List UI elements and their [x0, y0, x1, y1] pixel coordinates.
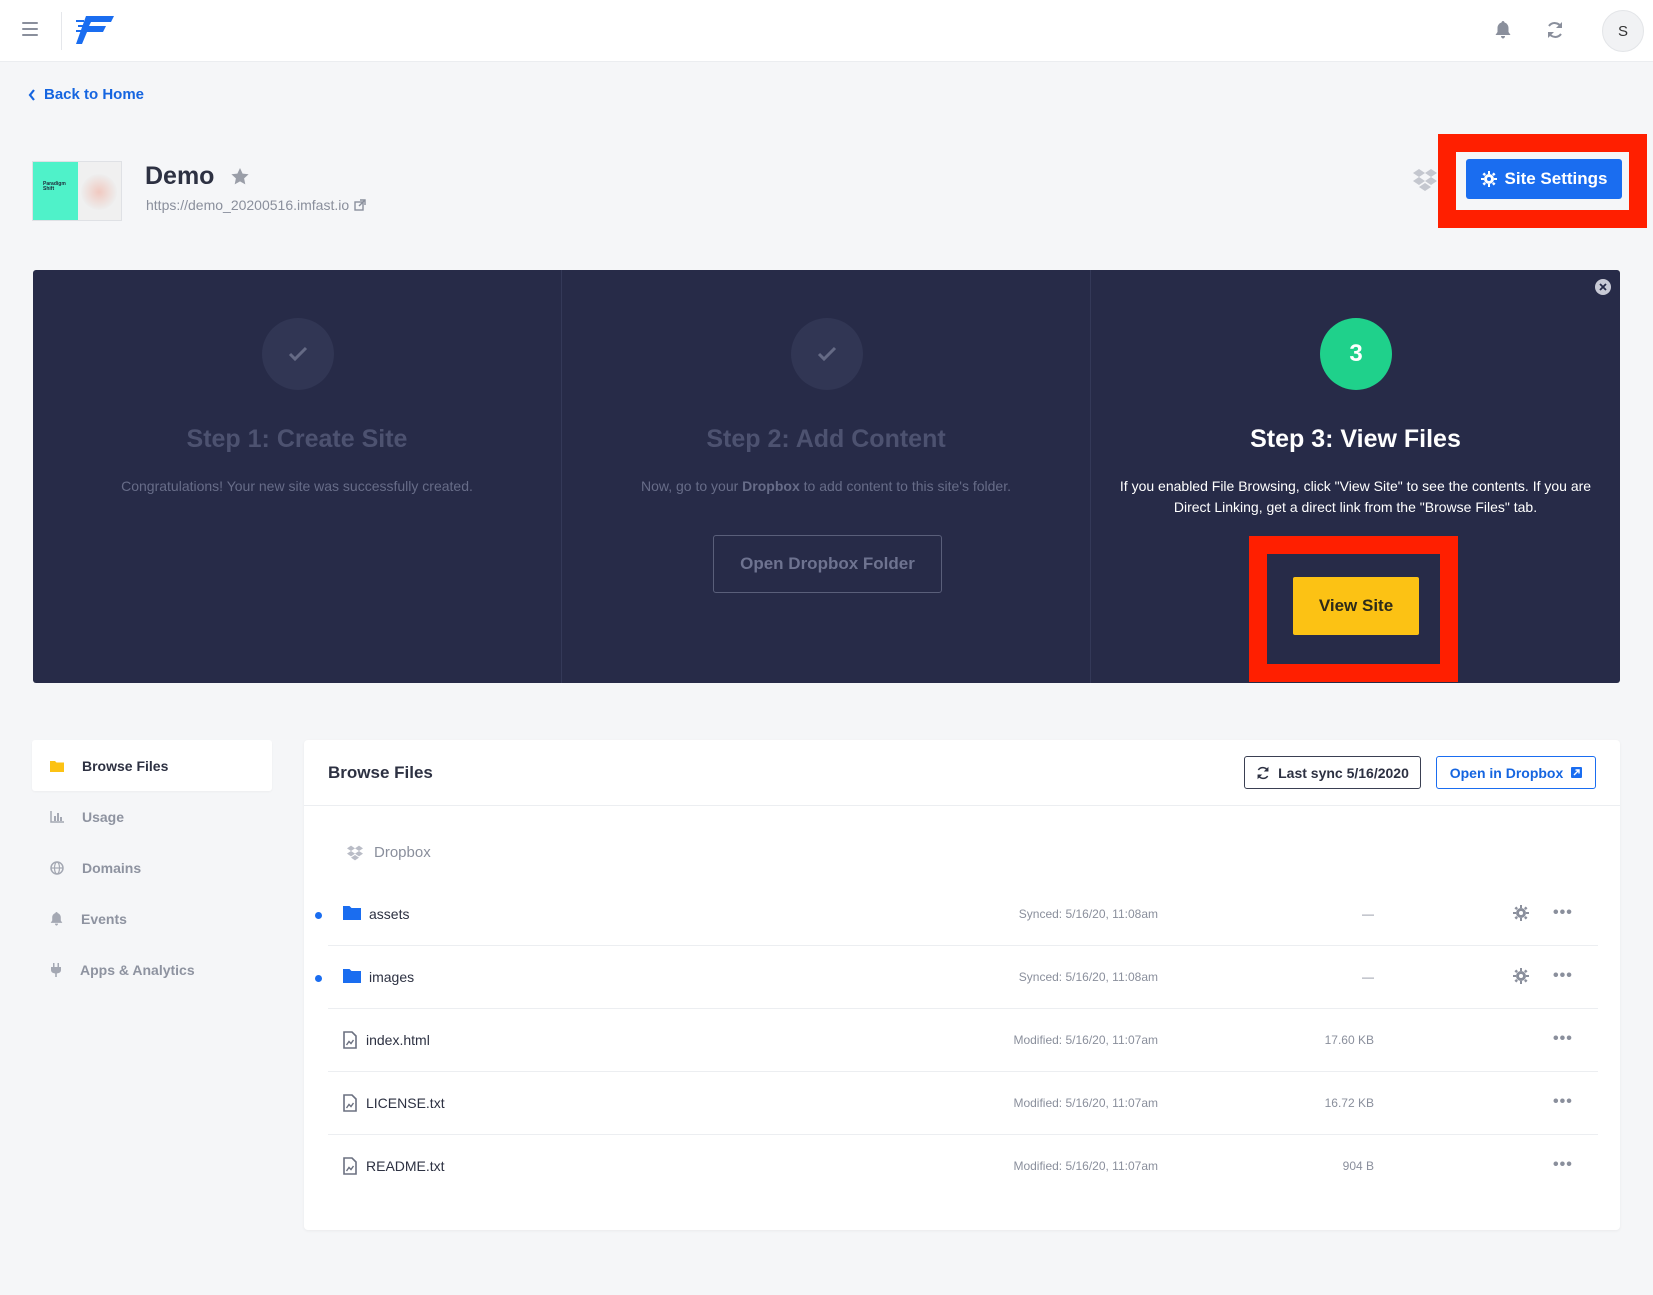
dropbox-icon	[347, 845, 363, 860]
step-1-description: Congratulations! Your new site was succe…	[121, 478, 473, 494]
more-options-icon[interactable]: •••	[1553, 1156, 1573, 1174]
view-site-button[interactable]: View Site	[1293, 577, 1419, 635]
sidebar-item-usage[interactable]: Usage	[32, 791, 272, 842]
site-url-link[interactable]: https://demo_20200516.imfast.io	[146, 197, 366, 213]
step-2-check-icon	[791, 318, 863, 390]
chevron-left-icon	[28, 88, 35, 101]
favorite-star-icon[interactable]	[231, 168, 249, 185]
refresh-icon[interactable]	[1543, 18, 1567, 42]
breadcrumb-dropbox[interactable]: Dropbox	[346, 844, 431, 861]
file-size: 17.60 KB	[1324, 1033, 1374, 1047]
last-sync-button[interactable]: Last sync 5/16/2020	[1244, 756, 1421, 789]
gear-icon	[1480, 171, 1497, 187]
plug-icon	[51, 962, 61, 977]
refresh-icon	[1257, 766, 1269, 779]
step-3-description: If you enabled File Browsing, click "Vie…	[1119, 478, 1592, 515]
step-1-title: Step 1: Create Site	[186, 425, 408, 453]
more-options-icon[interactable]: •••	[1553, 967, 1573, 985]
sync-status-dot	[315, 912, 322, 919]
file-size: —	[1362, 907, 1374, 921]
close-banner-icon[interactable]	[1595, 279, 1611, 295]
more-options-icon[interactable]: •••	[1553, 1093, 1573, 1111]
file-row-readme-txt[interactable]: README.txt Modified: 5/16/20, 11:07am 90…	[328, 1135, 1598, 1198]
file-row-license-txt[interactable]: LICENSE.txt Modified: 5/16/20, 11:07am 1…	[328, 1072, 1598, 1135]
back-link-label: Back to Home	[44, 86, 145, 103]
more-options-icon[interactable]: •••	[1553, 1030, 1573, 1048]
chart-icon	[50, 810, 64, 823]
globe-icon	[50, 860, 64, 875]
dropbox-link[interactable]: Dropbox	[742, 478, 800, 494]
site-name: Demo	[145, 162, 215, 190]
file-size: 16.72 KB	[1324, 1096, 1374, 1110]
external-link-icon	[1571, 767, 1583, 778]
sidebar-item-apps-analytics[interactable]: Apps & Analytics	[32, 944, 272, 995]
sync-status-dot	[315, 975, 322, 982]
step-1-check-icon	[262, 318, 334, 390]
open-in-dropbox-button[interactable]: Open in Dropbox	[1436, 756, 1596, 789]
folder-settings-gear-icon[interactable]	[1513, 968, 1529, 984]
top-bar: S	[0, 0, 1653, 62]
file-list: assets Synced: 5/16/20, 11:08am — ••• im…	[315, 883, 1598, 1198]
user-avatar[interactable]: S	[1602, 10, 1644, 52]
panel-header: Browse Files Last sync 5/16/2020 Open in…	[304, 740, 1620, 806]
site-thumbnail[interactable]: Paradigm Shift	[32, 161, 122, 221]
thumbnail-logo-text: Paradigm Shift	[43, 181, 66, 192]
imfast-logo[interactable]	[76, 14, 114, 46]
folder-settings-gear-icon[interactable]	[1513, 905, 1529, 921]
file-row-images[interactable]: images Synced: 5/16/20, 11:08am — •••	[315, 946, 1598, 1009]
file-size: —	[1362, 970, 1374, 984]
bell-icon	[50, 911, 63, 926]
site-settings-button[interactable]: Site Settings	[1466, 159, 1622, 199]
breadcrumb-label: Dropbox	[374, 844, 431, 861]
sidebar-item-label: Browse Files	[82, 757, 169, 774]
sidebar-item-label: Usage	[82, 808, 125, 825]
back-to-home-link[interactable]: Back to Home	[28, 86, 144, 103]
sidebar-item-events[interactable]: Events	[32, 893, 272, 944]
site-sidebar: Browse Files Usage Domains Events Apps &…	[32, 740, 272, 995]
file-row-index-html[interactable]: index.html Modified: 5/16/20, 11:07am 17…	[328, 1009, 1598, 1072]
more-options-icon[interactable]: •••	[1553, 904, 1573, 922]
menu-icon[interactable]	[22, 22, 38, 36]
step-2-description: Now, go to your Dropbox to add content t…	[641, 478, 1011, 494]
file-size: 904 B	[1342, 1159, 1374, 1173]
sidebar-item-domains[interactable]: Domains	[32, 842, 272, 893]
step-2-title: Step 2: Add Content	[706, 425, 946, 453]
folder-icon	[50, 760, 64, 772]
browse-files-panel: Browse Files Last sync 5/16/2020 Open in…	[304, 740, 1620, 1230]
sidebar-item-label: Apps & Analytics	[80, 961, 195, 978]
step-3-title: Step 3: View Files	[1250, 425, 1461, 453]
notification-bell-icon[interactable]	[1491, 18, 1515, 42]
panel-title: Browse Files	[328, 763, 433, 782]
site-url-text: https://demo_20200516.imfast.io	[146, 197, 350, 213]
sidebar-item-label: Events	[81, 910, 127, 927]
external-link-icon	[354, 199, 366, 211]
open-in-dropbox-label: Open in Dropbox	[1449, 764, 1564, 781]
topbar-divider	[61, 12, 62, 50]
step-2: Step 2: Add Content Now, go to your Drop…	[562, 270, 1091, 683]
step-3-number: 3	[1320, 318, 1392, 390]
last-sync-label: Last sync 5/16/2020	[1278, 764, 1409, 781]
dropbox-icon	[1413, 169, 1437, 191]
open-dropbox-folder-button[interactable]: Open Dropbox Folder	[713, 535, 942, 593]
step-1: Step 1: Create Site Congratulations! You…	[33, 270, 562, 683]
sidebar-item-browse-files[interactable]: Browse Files	[32, 740, 272, 791]
file-row-assets[interactable]: assets Synced: 5/16/20, 11:08am — •••	[315, 883, 1598, 946]
sidebar-item-label: Domains	[82, 859, 142, 876]
site-settings-label: Site Settings	[1504, 169, 1608, 188]
